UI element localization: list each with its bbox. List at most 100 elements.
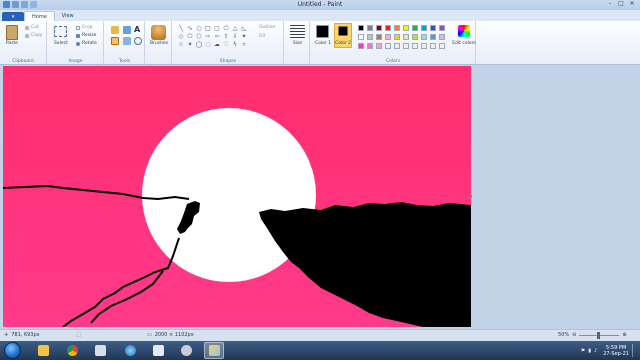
palette-swatch[interactable] [385,43,391,49]
lightning-shape-icon[interactable]: ϟ [231,41,239,48]
pencil-icon[interactable] [111,26,119,34]
edit-colors-button[interactable]: Edit colors [452,41,476,46]
palette-swatch[interactable] [403,43,409,49]
network-icon[interactable]: ▮ [588,348,591,354]
size-lines-icon[interactable] [290,25,305,38]
palette-swatch[interactable] [412,34,418,40]
taskbar-chrome-button[interactable] [62,342,82,359]
triangle-shape-icon[interactable]: △ [231,25,239,32]
paste-button[interactable]: Paste [2,41,22,46]
brushes-button[interactable]: Brushes [146,41,172,46]
rounded-rectangle-shape-icon[interactable]: ▢ [213,25,221,32]
palette-swatch[interactable] [394,25,400,31]
left-arrow-shape-icon[interactable]: ⇦ [213,33,221,40]
more-shapes-icon[interactable]: ▿ [240,41,248,48]
palette-swatch[interactable] [376,34,382,40]
four-point-star-shape-icon[interactable]: ✦ [240,33,248,40]
palette-swatch[interactable] [394,43,400,49]
palette-swatch[interactable] [412,25,418,31]
palette-swatch[interactable] [385,25,391,31]
color-picker-icon[interactable] [123,37,131,45]
brush-icon[interactable] [151,25,166,40]
oval-shape-icon[interactable]: ○ [195,25,203,32]
magnifier-icon[interactable] [134,37,142,45]
taskbar-camera-button[interactable] [176,342,196,359]
tab-view[interactable]: View [55,11,81,21]
taskbar-explorer-button[interactable] [33,342,53,359]
diamond-shape-icon[interactable]: ◇ [177,33,185,40]
hexagon-shape-icon[interactable]: ⬡ [195,33,203,40]
close-icon[interactable]: ✕ [627,0,637,7]
palette-swatch[interactable] [430,34,436,40]
rotate-button[interactable]: Rotate [82,41,97,46]
zoom-slider[interactable] [579,331,620,339]
palette-swatch[interactable] [358,25,364,31]
palette-swatch[interactable] [421,34,427,40]
palette-swatch[interactable] [376,43,382,49]
taskbar-media-button[interactable] [90,342,110,359]
outline-button[interactable]: Outline [259,25,275,30]
fill-icon[interactable] [123,26,131,34]
curve-shape-icon[interactable]: ∿ [186,25,194,32]
pentagon-shape-icon[interactable]: ⬠ [186,33,194,40]
clock[interactable]: 5:59 PM 27-Sep-21 [603,345,629,357]
oval-callout-shape-icon[interactable]: ◌ [204,41,212,48]
line-shape-icon[interactable]: ╲ [177,25,185,32]
color2-button[interactable]: Color 2 [333,41,353,46]
drawing-canvas[interactable] [3,66,471,327]
copy-button[interactable]: Copy [31,33,42,38]
palette-swatch[interactable] [367,25,373,31]
palette-swatch[interactable] [412,43,418,49]
cloud-callout-shape-icon[interactable]: ☁ [213,41,221,48]
zoom-out-icon[interactable]: ⊖ [572,332,576,338]
palette-swatch[interactable] [385,34,391,40]
palette-swatch[interactable] [439,25,445,31]
canvas-resize-handle[interactable] [470,195,472,198]
palette-swatch[interactable] [367,43,373,49]
rectangle-shape-icon[interactable]: □ [204,25,212,32]
heart-shape-icon[interactable]: ♡ [222,41,230,48]
palette-swatch[interactable] [394,34,400,40]
palette-swatch[interactable] [439,34,445,40]
edit-colors-icon[interactable] [458,25,470,37]
taskbar-ie-button[interactable] [120,342,140,359]
palette-swatch[interactable] [358,43,364,49]
palette-swatch[interactable] [403,34,409,40]
start-button[interactable] [4,342,21,359]
text-icon[interactable]: A [134,25,142,34]
palette-swatch[interactable] [358,34,364,40]
polygon-shape-icon[interactable]: ⬠ [222,25,230,32]
resize-button[interactable]: Resize [82,33,96,38]
down-arrow-shape-icon[interactable]: ⇩ [231,33,239,40]
volume-icon[interactable]: ♪ [594,348,597,354]
palette-swatch[interactable] [376,25,382,31]
color1-swatch[interactable] [316,25,329,38]
zoom-slider-knob[interactable] [597,331,601,339]
palette-swatch[interactable] [367,34,373,40]
zoom-in-icon[interactable]: ⊕ [622,332,626,338]
rounded-callout-shape-icon[interactable]: ◯ [195,41,203,48]
taskbar-app-button[interactable] [148,342,168,359]
palette-swatch[interactable] [403,25,409,31]
select-icon[interactable] [54,26,67,37]
right-triangle-shape-icon[interactable]: ◺ [240,25,248,32]
color1-button[interactable]: Color 1 [313,41,333,46]
taskbar-paint-button[interactable] [204,342,224,359]
palette-swatch[interactable] [430,25,436,31]
maximize-icon[interactable]: □ [616,0,626,7]
size-button[interactable]: Size [285,41,310,46]
crop-button[interactable]: Crop [82,25,93,30]
paste-icon[interactable] [6,25,18,40]
palette-swatch[interactable] [421,25,427,31]
minimize-icon[interactable]: – [605,0,615,7]
tab-home[interactable]: Home [24,11,55,21]
six-point-star-shape-icon[interactable]: ✶ [186,41,194,48]
cut-button[interactable]: Cut [31,25,39,30]
select-button[interactable]: Select [50,41,72,46]
five-point-star-shape-icon[interactable]: ☆ [177,41,185,48]
fill-button[interactable]: Fill [259,34,265,39]
tab-file[interactable]: ▾ [2,12,24,21]
palette-swatch[interactable] [439,43,445,49]
palette-swatch[interactable] [421,43,427,49]
palette-swatch[interactable] [430,43,436,49]
